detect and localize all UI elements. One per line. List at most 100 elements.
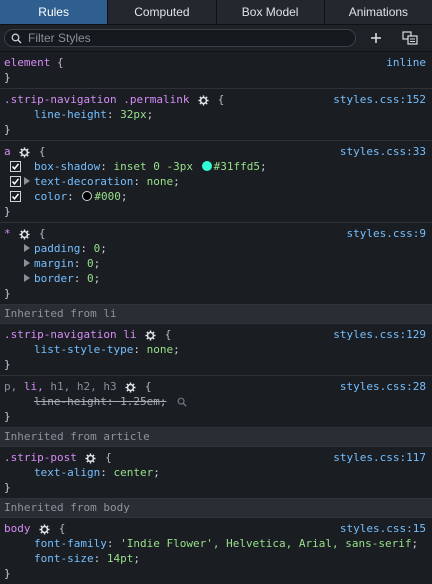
rule-source-link[interactable]: styles.css:152: [333, 92, 426, 107]
rule-selector-part[interactable]: .permalink: [123, 93, 189, 106]
declaration[interactable]: line-height: 32px;: [4, 107, 428, 122]
property-value[interactable]: 0: [87, 257, 94, 270]
brace-close: }: [4, 71, 11, 84]
declaration[interactable]: box-shadow: inset 0 -3px #31ffd5;: [4, 159, 428, 174]
declaration-checkbox[interactable]: [10, 176, 21, 187]
tab-rules[interactable]: Rules: [0, 0, 109, 24]
search-icon[interactable]: [177, 397, 187, 407]
tab-bar: Rules Computed Box Model Animations: [0, 0, 432, 25]
rule-selector[interactable]: body: [4, 522, 31, 535]
rule-selector-part[interactable]: h1, h2, h3: [50, 380, 116, 393]
gear-icon[interactable]: [39, 523, 50, 535]
gear-icon[interactable]: [198, 94, 209, 106]
declaration[interactable]: padding: 0;: [4, 241, 428, 256]
declaration[interactable]: border: 0;: [4, 271, 428, 286]
gear-icon[interactable]: [85, 452, 97, 464]
expand-twisty-icon[interactable]: [24, 274, 30, 282]
rule-selector-part[interactable]: .strip-navigation: [4, 93, 117, 106]
add-rule-button[interactable]: [362, 28, 390, 48]
checkmark-icon: [11, 163, 20, 170]
property-value[interactable]: none: [147, 343, 174, 356]
property-value[interactable]: none: [147, 175, 174, 188]
toggle-classes-button[interactable]: [396, 28, 424, 48]
declaration[interactable]: margin: 0;: [4, 256, 428, 271]
filter-placeholder: Filter Styles: [28, 31, 91, 45]
declaration[interactable]: text-align: center;: [4, 465, 428, 480]
rule-selector-part[interactable]: p,: [4, 380, 17, 393]
property-name[interactable]: border: [34, 272, 74, 285]
gear-icon[interactable]: [125, 381, 136, 393]
property-value[interactable]: 14pt: [107, 552, 134, 565]
plus-icon: [371, 33, 381, 43]
property-name[interactable]: text-align: [34, 466, 100, 479]
rule-universal: * { padding: 0; margin: 0; border: 0; } …: [0, 223, 432, 305]
property-name[interactable]: font-family: [34, 537, 107, 550]
rule-source-link[interactable]: styles.css:33: [340, 144, 426, 159]
brace-open: {: [56, 56, 64, 69]
tab-box-model[interactable]: Box Model: [217, 0, 325, 24]
declaration-overridden[interactable]: line-height: 1.25em;: [4, 394, 428, 409]
rule-element: element { } inline: [0, 52, 432, 89]
inherited-header: Inherited from article: [0, 428, 432, 447]
gear-icon[interactable]: [19, 228, 30, 240]
inherited-header: Inherited from body: [0, 499, 432, 518]
rule-a: a { box-shadow: inset 0 -3px #31ffd5; te…: [0, 141, 432, 223]
filter-styles-input[interactable]: Filter Styles: [4, 29, 356, 47]
rule-source-link[interactable]: styles.css:15: [340, 521, 426, 536]
property-value[interactable]: 0: [94, 242, 101, 255]
rule-selector[interactable]: element: [4, 56, 50, 69]
property-value[interactable]: #000: [94, 190, 121, 203]
color-swatch[interactable]: [82, 191, 93, 201]
property-name[interactable]: color: [34, 190, 67, 203]
rule-selector[interactable]: *: [4, 227, 11, 240]
checkmark-icon: [11, 178, 20, 185]
rule-source-link[interactable]: styles.css:117: [333, 450, 426, 465]
rule-selector[interactable]: .strip-post: [4, 451, 77, 464]
rule-source-link[interactable]: inline: [386, 55, 426, 70]
property-value[interactable]: #31ffd5: [214, 160, 260, 173]
property-value[interactable]: 1.25em: [120, 395, 160, 408]
declaration[interactable]: font-size: 14pt;: [4, 551, 428, 566]
declaration-checkbox[interactable]: [10, 161, 21, 172]
gear-icon[interactable]: [145, 329, 156, 341]
rule-selector-part[interactable]: li,: [24, 380, 44, 393]
declaration[interactable]: color: #000;: [4, 189, 428, 204]
color-swatch[interactable]: [201, 161, 212, 171]
filter-bar: Filter Styles: [0, 25, 432, 52]
classes-icon: [402, 31, 418, 45]
expand-twisty-icon[interactable]: [24, 259, 30, 267]
property-name[interactable]: line-height: [34, 108, 107, 121]
rule-body: body { font-family: 'Indie Flower', Helv…: [4, 521, 428, 580]
tab-computed[interactable]: Computed: [108, 0, 217, 24]
rule-strip-post: .strip-post { text-align: center; } styl…: [0, 447, 432, 499]
property-name[interactable]: box-shadow: [34, 160, 100, 173]
declaration[interactable]: font-family: 'Indie Flower', Helvetica, …: [4, 536, 428, 551]
gear-icon[interactable]: [19, 146, 30, 158]
checkmark-icon: [11, 193, 20, 200]
property-name[interactable]: text-decoration: [34, 175, 133, 188]
property-name[interactable]: list-style-type: [34, 343, 133, 356]
rule-permalink: .strip-navigation .permalink { line-heig…: [0, 89, 432, 141]
property-name[interactable]: margin: [34, 257, 74, 270]
property-value[interactable]: 'Indie Flower', Helvetica, Arial, sans-s…: [120, 537, 411, 550]
property-name[interactable]: font-size: [34, 552, 94, 565]
search-icon: [11, 33, 22, 44]
tab-animations[interactable]: Animations: [325, 0, 432, 24]
rule-source-link[interactable]: styles.css:129: [333, 327, 426, 342]
property-value[interactable]: center: [113, 466, 153, 479]
property-value[interactable]: 0: [87, 272, 94, 285]
property-name[interactable]: line-height: [34, 395, 107, 408]
rule-source-link[interactable]: styles.css:28: [340, 379, 426, 394]
property-value[interactable]: inset 0 -3px: [113, 160, 192, 173]
rule-selector[interactable]: a: [4, 145, 11, 158]
declaration[interactable]: list-style-type: none;: [4, 342, 428, 357]
expand-twisty-icon[interactable]: [24, 244, 30, 252]
declaration-checkbox[interactable]: [10, 191, 21, 202]
property-value[interactable]: 32px: [120, 108, 147, 121]
property-name[interactable]: padding: [34, 242, 80, 255]
expand-twisty-icon[interactable]: [24, 177, 30, 185]
rule-source-link[interactable]: styles.css:9: [347, 226, 426, 241]
rule-strip-navigation-li: .strip-navigation li { list-style-type: …: [0, 324, 432, 376]
rule-selector[interactable]: .strip-navigation li: [4, 328, 136, 341]
declaration[interactable]: text-decoration: none;: [4, 174, 428, 189]
